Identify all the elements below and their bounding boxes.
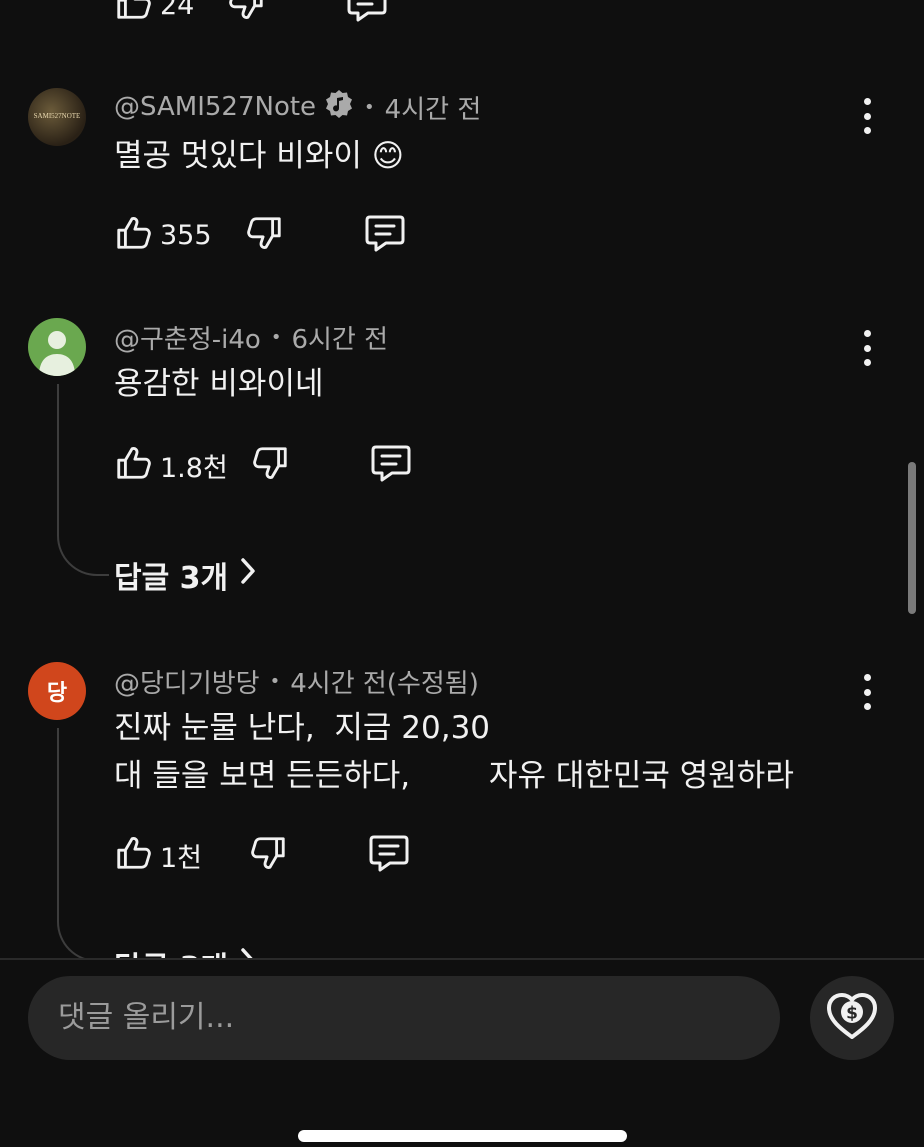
comment-author[interactable]: @SAMI527Note bbox=[114, 92, 316, 122]
view-replies-button[interactable]: 답글 3개 bbox=[114, 554, 256, 596]
comment-time: 4시간 전(수정됨) bbox=[290, 668, 479, 699]
like-count: 1천 bbox=[160, 842, 203, 874]
thread-line bbox=[57, 384, 109, 576]
thumbs-up-icon[interactable] bbox=[114, 834, 152, 876]
thumbs-up-icon[interactable] bbox=[114, 214, 152, 256]
comment-reply-icon[interactable] bbox=[370, 442, 412, 488]
like-count: 24 bbox=[160, 0, 195, 21]
svg-text:$: $ bbox=[846, 1004, 858, 1024]
replies-label: 답글 3개 bbox=[114, 561, 229, 596]
comment-author[interactable]: @구춘정-i4o bbox=[114, 319, 261, 356]
comment-text-line-1: 진짜 눈물 난다, 지금 20,30 bbox=[114, 710, 491, 746]
comment-actions-partial: 24 bbox=[114, 0, 388, 28]
comment-time: 6시간 전 bbox=[291, 324, 389, 355]
comment-reply-icon[interactable] bbox=[368, 832, 410, 878]
like-count: 355 bbox=[160, 219, 212, 251]
comment-text: 멸공 멋있다 비와이 😊 bbox=[114, 138, 405, 174]
thread-line bbox=[57, 728, 109, 962]
thumbs-down-icon[interactable] bbox=[250, 834, 288, 876]
comment-actions: 1천 bbox=[114, 832, 410, 878]
comment-reply-icon[interactable] bbox=[346, 0, 388, 28]
music-note-badge-icon bbox=[324, 89, 354, 126]
comment-text: 용감한 비와이네 bbox=[114, 366, 324, 402]
default-user-icon bbox=[39, 331, 75, 376]
scrollbar[interactable] bbox=[908, 462, 916, 614]
comment-meta: @구춘정-i4o • 6시간 전 bbox=[114, 318, 388, 356]
heart-dollar-icon: $ bbox=[824, 991, 880, 1045]
avatar-initial: 당 bbox=[46, 681, 68, 706]
thumbs-up-icon[interactable] bbox=[114, 444, 152, 486]
more-vert-icon[interactable] bbox=[857, 98, 877, 134]
more-vert-icon[interactable] bbox=[857, 330, 877, 366]
avatar-label: SAMI527NOTE bbox=[33, 112, 81, 120]
comment-actions: 355 bbox=[114, 212, 406, 258]
avatar[interactable]: 당 bbox=[28, 662, 86, 720]
avatar[interactable] bbox=[28, 318, 86, 376]
chevron-right-icon bbox=[240, 557, 256, 593]
comment-meta: @SAMI527Note • 4시간 전 bbox=[114, 88, 481, 126]
supers-thanks-button[interactable]: $ bbox=[810, 976, 894, 1060]
comment-text-line-2: 대 들을 보면 든든하다, 자유 대한민국 영원하라 bbox=[114, 758, 794, 794]
comment-time: 4시간 전 bbox=[384, 94, 482, 125]
comment-input[interactable]: 댓글 올리기... bbox=[28, 976, 780, 1060]
thumbs-up-icon[interactable] bbox=[114, 0, 152, 26]
thumbs-down-icon[interactable] bbox=[246, 214, 284, 256]
comment-actions: 1.8천 bbox=[114, 442, 412, 488]
like-count: 1.8천 bbox=[160, 452, 228, 484]
comment-meta: @당디기방당 • 4시간 전(수정됨) bbox=[114, 662, 479, 700]
avatar[interactable]: SAMI527NOTE bbox=[28, 88, 86, 146]
comment-composer-bar: 댓글 올리기... $ bbox=[0, 958, 924, 1147]
more-vert-icon[interactable] bbox=[857, 674, 877, 710]
thumbs-down-icon[interactable] bbox=[228, 0, 266, 26]
thumbs-down-icon[interactable] bbox=[252, 444, 290, 486]
comment-reply-icon[interactable] bbox=[364, 212, 406, 258]
comment-author[interactable]: @당디기방당 bbox=[114, 663, 260, 700]
home-indicator bbox=[298, 1130, 627, 1142]
